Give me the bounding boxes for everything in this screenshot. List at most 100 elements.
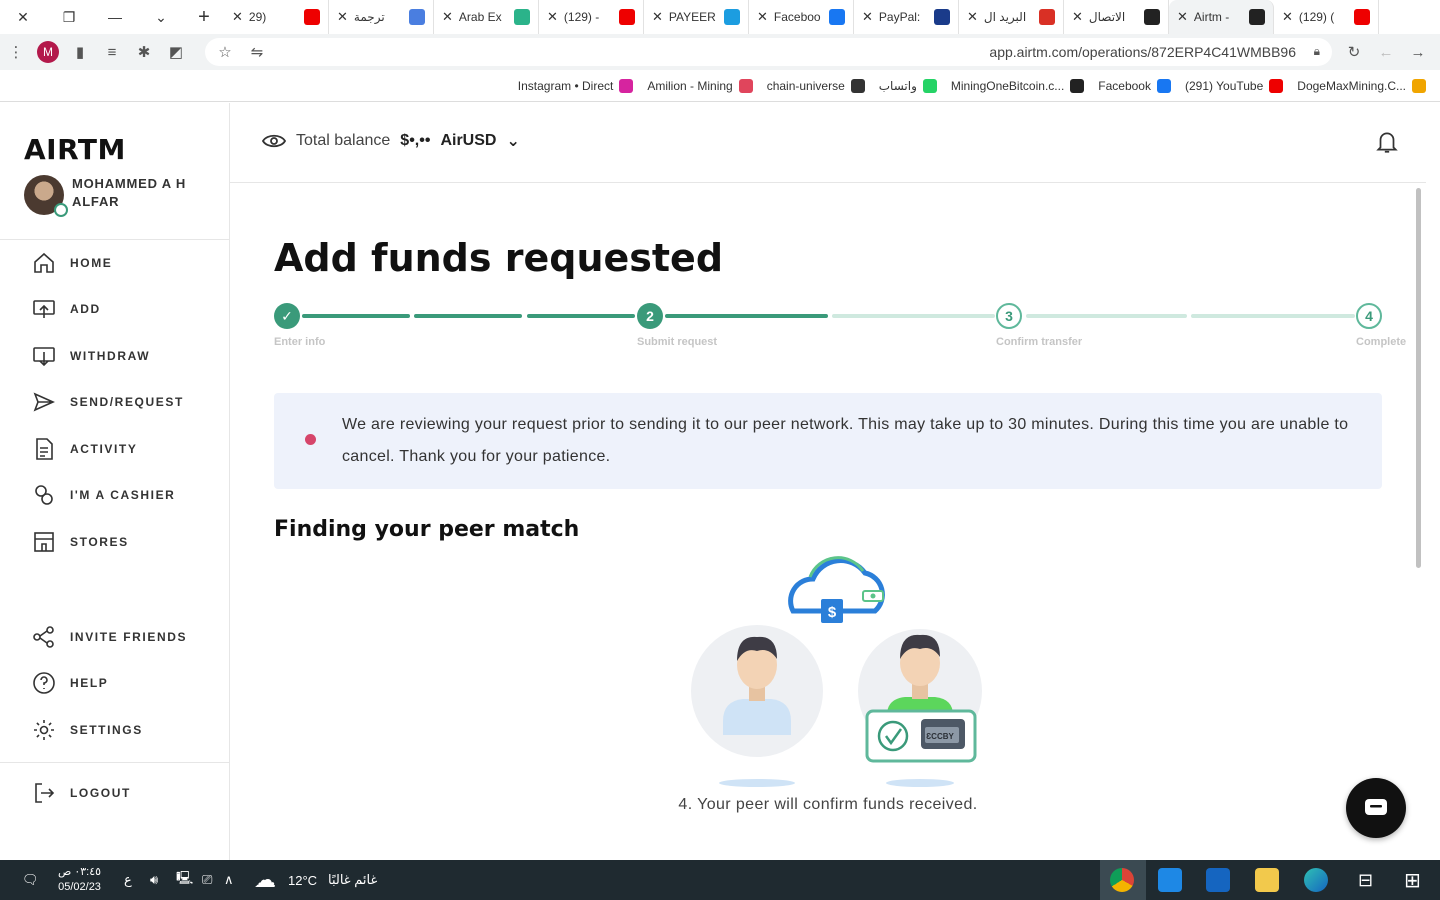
notifications-bell-icon[interactable] — [1374, 129, 1400, 155]
user-avatar[interactable] — [24, 175, 68, 217]
bookmark-favicon-icon — [922, 78, 937, 93]
tab-search-icon[interactable]: ⌄ — [138, 0, 184, 34]
close-tab-icon[interactable]: ✕ — [1072, 9, 1083, 25]
peer-match-illustration: $ ƐCCBY — [691, 556, 982, 787]
step-connector — [414, 314, 522, 318]
store-app-icon[interactable] — [1206, 868, 1230, 892]
browser-tab[interactable]: ✕ ترجمة — [329, 0, 434, 34]
menu-dots-icon[interactable]: ⋮ — [0, 34, 32, 70]
bookmark-item[interactable]: MiningOneBitcoin.c... — [951, 78, 1085, 93]
balance-widget[interactable]: Total balance $•,•• AirUSD ⌄ — [262, 131, 520, 151]
clock[interactable]: ٠٣:٤٥ ص 05/02/23 — [58, 860, 101, 900]
tab-favicon-icon — [1249, 9, 1265, 25]
show-hidden-icons[interactable]: ∧ — [224, 860, 234, 900]
sidebar-item-settings[interactable]: SETTINGS — [32, 718, 143, 742]
sidebar-item-activity[interactable]: ACTIVITY — [32, 437, 137, 461]
edge-icon[interactable] — [1304, 868, 1328, 892]
bookmark-item[interactable]: DogeMaxMining.C... — [1297, 78, 1426, 93]
browser-tab[interactable]: ✕ الاتصال — [1064, 0, 1169, 34]
close-tab-icon[interactable]: ✕ — [337, 9, 348, 25]
sidebar-item-cashier[interactable]: I'M A CASHIER — [32, 483, 175, 507]
close-tab-icon[interactable]: ✕ — [442, 9, 453, 25]
bookmark-item[interactable]: واتساب — [879, 78, 937, 93]
bookmark-item[interactable]: (291) YouTube — [1185, 78, 1284, 93]
chrome-icon[interactable] — [1110, 868, 1134, 892]
close-tab-icon[interactable]: ✕ — [232, 9, 243, 25]
page-title: Add funds requested — [274, 236, 724, 280]
sidebar-item-home[interactable]: HOME — [32, 251, 112, 275]
meet-now-icon[interactable]: ⎚ — [202, 860, 212, 900]
step-connector — [1026, 314, 1187, 318]
close-window-icon[interactable]: ✕ — [0, 0, 46, 34]
sidebar-item-logout[interactable]: LOGOUT — [32, 781, 131, 805]
reload-icon[interactable]: ↻ — [1338, 34, 1370, 70]
mail-icon[interactable] — [1158, 868, 1182, 892]
browser-tab[interactable]: ✕ 29) — [224, 0, 329, 34]
sidebar-icon[interactable]: ▮ — [64, 34, 96, 70]
browser-tab[interactable]: ✕ Arab Ex — [434, 0, 539, 34]
url-input[interactable]: ☆ ⇋ app.airtm.com/operations/872ERP4C41W… — [205, 38, 1332, 66]
profile-avatar[interactable]: M — [32, 34, 64, 70]
notifications-icon[interactable]: 🗨︎ — [22, 860, 39, 900]
close-tab-icon[interactable]: ✕ — [862, 9, 873, 25]
minimize-window-icon[interactable]: — — [92, 0, 138, 34]
network-icon[interactable]: 🖳 — [176, 860, 193, 900]
forward-icon[interactable]: → — [1402, 34, 1434, 70]
sidebar-item-help[interactable]: HELP — [32, 671, 108, 695]
weather-text[interactable]: غائم غالبًا — [328, 860, 377, 900]
task-view-icon[interactable]: ⊟ — [1358, 860, 1373, 900]
step-connector — [665, 314, 828, 318]
balance-label: Total balance — [296, 132, 391, 149]
close-tab-icon[interactable]: ✕ — [1282, 9, 1293, 25]
reading-list-icon[interactable]: ≡ — [96, 34, 128, 70]
windows-start-icon[interactable]: ⊞ — [1404, 860, 1421, 900]
file-explorer-icon[interactable] — [1255, 868, 1279, 892]
bookmark-item[interactable]: Facebook — [1098, 78, 1171, 93]
lock-icon[interactable]: 🔒︎ — [1314, 44, 1320, 59]
sidebar-item-send-request[interactable]: SEND/REQUEST — [32, 390, 184, 414]
close-tab-icon[interactable]: ✕ — [652, 9, 663, 25]
tab-title: الاتصال — [1088, 10, 1126, 24]
bookmark-star-icon[interactable]: ☆ — [209, 34, 241, 70]
chevron-down-icon[interactable]: ⌄ — [506, 131, 519, 151]
browser-tab[interactable]: ✕ PAYEER — [644, 0, 749, 34]
step-4-marker: 4 — [1356, 303, 1382, 329]
browser-tab[interactable]: ✕ (129) ( — [1274, 0, 1379, 34]
share-page-icon[interactable]: ⇋ — [241, 34, 273, 70]
extensions-icon[interactable]: ✱ — [128, 34, 160, 70]
close-tab-icon[interactable]: ✕ — [757, 9, 768, 25]
restore-window-icon[interactable]: ❐ — [46, 0, 92, 34]
chat-support-button[interactable] — [1346, 778, 1406, 838]
sidebar-item-stores[interactable]: STORES — [32, 530, 129, 554]
extension-app-icon[interactable]: ◩ — [160, 34, 192, 70]
close-tab-icon[interactable]: ✕ — [1177, 9, 1188, 25]
eye-icon[interactable] — [262, 132, 286, 150]
tab-favicon-icon — [724, 9, 740, 25]
volume-icon[interactable]: 🔊︎ — [150, 860, 158, 900]
browser-tab[interactable]: ✕ (129) - — [539, 0, 644, 34]
weather-icon[interactable]: ☁ — [254, 860, 276, 900]
bookmark-item[interactable]: chain-universe — [767, 78, 865, 93]
back-icon[interactable]: ← — [1370, 34, 1402, 70]
chat-bubble-icon — [1365, 799, 1387, 815]
new-tab-button[interactable]: + — [184, 0, 224, 34]
browser-tab[interactable]: ✕ Airtm - — [1169, 0, 1274, 34]
scrollbar-thumb[interactable] — [1416, 188, 1421, 568]
close-tab-icon[interactable]: ✕ — [967, 9, 978, 25]
browser-tab[interactable]: ✕ PayPal: — [854, 0, 959, 34]
tab-favicon-icon — [1144, 9, 1160, 25]
scrollbar[interactable] — [1412, 183, 1426, 860]
airtm-logo[interactable]: AIRTM — [24, 133, 126, 166]
currency-selector[interactable]: AirUSD — [440, 132, 496, 150]
close-tab-icon[interactable]: ✕ — [547, 9, 558, 25]
bookmark-item[interactable]: Instagram • Direct — [518, 78, 634, 93]
sidebar-item-withdraw[interactable]: WITHDRAW — [32, 344, 150, 368]
sidebar-item-invite-friends[interactable]: INVITE FRIENDS — [32, 625, 187, 649]
browser-tab[interactable]: ✕ Faceboo — [749, 0, 854, 34]
browser-tab[interactable]: ✕ البريد ال — [959, 0, 1064, 34]
sidebar-item-add[interactable]: ADD — [32, 297, 101, 321]
input-language[interactable]: ع — [124, 860, 132, 900]
bookmark-item[interactable]: Amilion - Mining — [647, 78, 753, 93]
weather-temp[interactable]: 12°C — [288, 860, 317, 900]
tab-title: PAYEER — [668, 10, 716, 24]
